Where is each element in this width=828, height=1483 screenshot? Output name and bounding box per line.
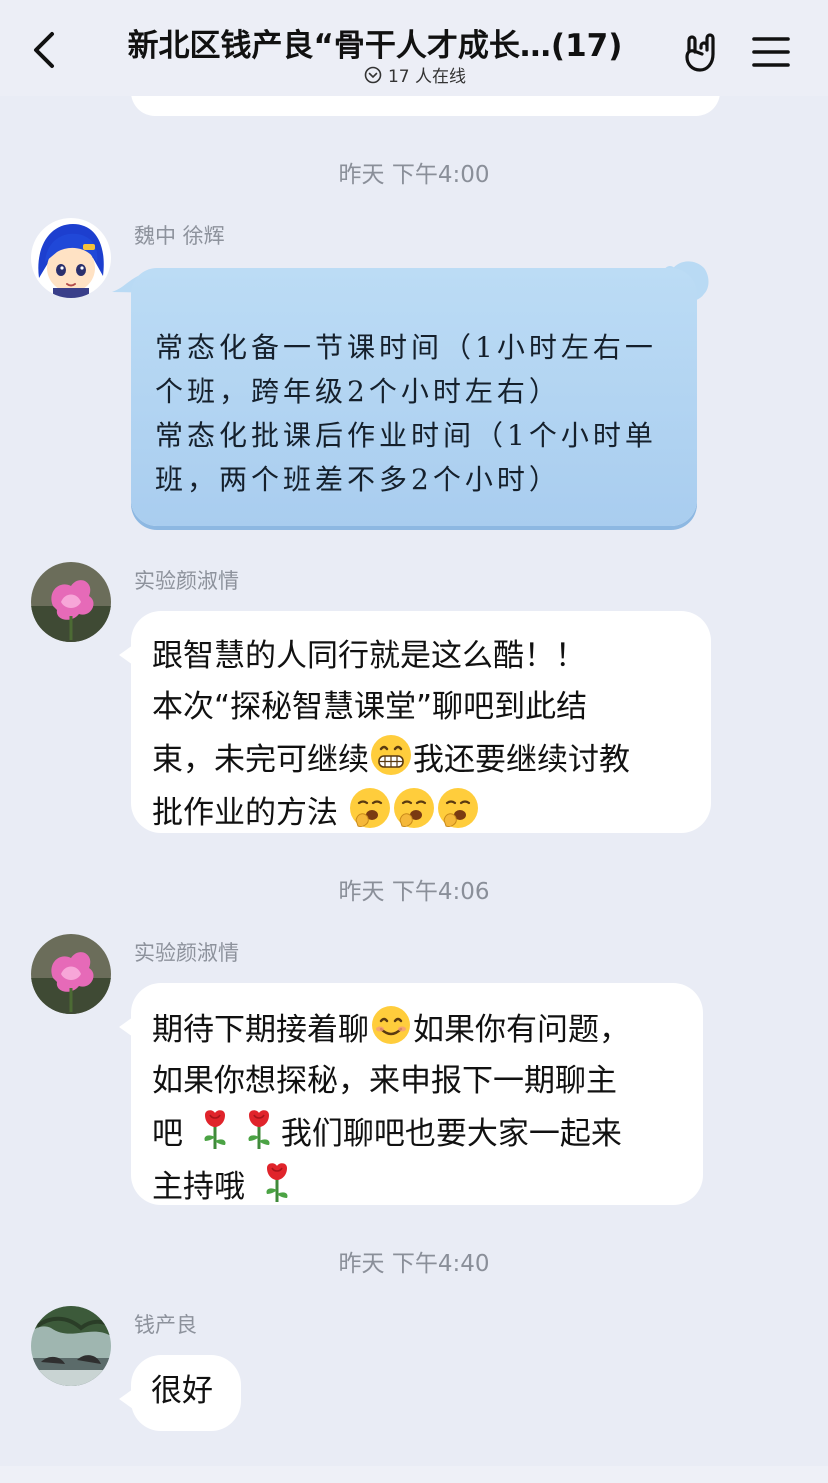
rock-hand-icon[interactable] (680, 30, 724, 74)
yawning-face-emoji (348, 786, 392, 830)
message-text-segment: 吧 (152, 1116, 183, 1152)
message-text-line: 期待下期接着聊 如果你有问题， (152, 1003, 681, 1056)
message-text-line: 班，两个班差不多2个小时） (155, 463, 561, 496)
online-status[interactable]: 17 人在线 (250, 62, 580, 87)
chat-title[interactable]: 新北区钱产良“骨干人才成长…(17) (100, 20, 650, 65)
message-text-line: 常态化批课后作业时间（1个小时单 (155, 419, 657, 452)
message-text-line: 本次“探秘智慧课堂”聊吧到此结 (152, 689, 588, 725)
sender-name: 魏中 徐辉 (134, 224, 225, 248)
message-text-line: 个班，跨年级2个小时左右） (155, 375, 561, 408)
message-text-segment: 批作业的方法 (152, 795, 338, 831)
yawning-face-emoji (392, 786, 436, 830)
message-bubble[interactable]: 期待下期接着聊 如果你有问题， 如果你想探秘，来申报下一期聊主 吧 我们聊吧也要大… (119, 983, 703, 1205)
rose-emoji (237, 1107, 281, 1151)
timestamp: 昨天 下午4:06 (338, 879, 490, 905)
cartoon-girl-avatar-icon (31, 218, 111, 298)
message-text-segment: 期待下期接着聊 (152, 1012, 369, 1048)
yawning-face-emoji (436, 786, 480, 830)
message-text-line: 常态化备一节课时间（1小时左右一 (155, 331, 657, 364)
avatar[interactable] (31, 562, 111, 642)
pink-flower-avatar-icon (31, 934, 111, 1014)
sender-name: 钱产良 (134, 1313, 197, 1337)
rose-emoji (193, 1107, 237, 1151)
smiling-face-emoji (369, 1003, 413, 1047)
pink-flower-avatar-icon (31, 562, 111, 642)
message-text-segment: 我们聊吧也要大家一起来 (280, 1116, 622, 1152)
message-text-line: 批作业的方法 (152, 786, 689, 839)
hamburger-menu-icon[interactable] (750, 32, 792, 72)
message-text-segment: 我还要继续讨教 (413, 742, 630, 778)
input-bar (0, 1466, 828, 1483)
message-text-segment: 如果你有问题， (413, 1012, 630, 1048)
sender-name: 实验颜淑情 (134, 569, 239, 593)
message-bubble[interactable]: 很好 (119, 1355, 241, 1431)
timestamp: 昨天 下午4:40 (338, 1251, 490, 1277)
rose-emoji (255, 1160, 299, 1204)
avatar[interactable] (31, 1306, 111, 1386)
avatar[interactable] (31, 934, 111, 1014)
message-text-segment: 束，未完可继续 (152, 742, 369, 778)
grinning-face-emoji (369, 733, 413, 777)
message-text-line: 吧 我们聊吧也要大家一起来 (152, 1107, 681, 1160)
message-text-line: 跟智慧的人同行就是这么酷！！ (152, 638, 586, 674)
online-count: 17 人在线 (387, 67, 467, 87)
back-icon[interactable] (26, 26, 66, 74)
timestamp: 昨天 下午4:00 (338, 162, 490, 188)
message-bubble[interactable]: 跟智慧的人同行就是这么酷！！ 本次“探秘智慧课堂”聊吧到此结 束，未完可继续 我还… (119, 611, 711, 833)
online-chevron-icon (364, 66, 382, 83)
message-text-line: 束，未完可继续 我还要继续讨教 (152, 733, 689, 786)
message-text-segment: 主持哦 (152, 1169, 245, 1205)
message-text-line: 很好 (151, 1373, 213, 1409)
sender-name: 实验颜淑情 (134, 941, 239, 965)
themed-message-bubble[interactable]: 常态化备一节课时间（1小时左右一 个班，跨年级2个小时左右） 常态化批课后作业时… (131, 268, 697, 526)
avatar[interactable] (31, 218, 111, 298)
chat-header: 新北区钱产良“骨干人才成长…(17) 17 人在线 (0, 0, 828, 96)
message-text-line: 如果你想探秘，来申报下一期聊主 (152, 1063, 617, 1099)
message-text-line: 主持哦 (152, 1160, 681, 1213)
landscape-photo-avatar-icon (31, 1306, 111, 1386)
